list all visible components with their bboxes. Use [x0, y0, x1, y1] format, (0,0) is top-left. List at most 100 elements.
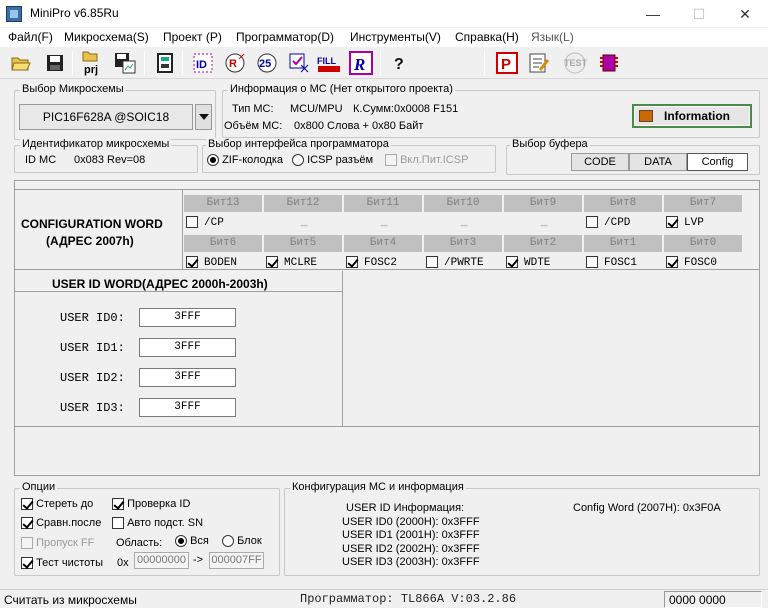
- svg-text:FILL: FILL: [317, 56, 336, 66]
- skip-ff-checkbox[interactable]: Пропуск FF: [21, 537, 94, 550]
- data-button[interactable]: DATA: [629, 153, 687, 171]
- save-icon[interactable]: [42, 50, 68, 76]
- chip-icon[interactable]: [596, 50, 622, 76]
- config-bit-checkbox[interactable]: /CPD: [586, 215, 662, 232]
- zif-radio[interactable]: ZIF-колодка: [207, 154, 283, 167]
- fill-icon[interactable]: FILL: [316, 50, 342, 76]
- user-id0-label: USER ID0:: [60, 311, 125, 325]
- write-chip-icon[interactable]: 25: [254, 50, 280, 76]
- code-button[interactable]: CODE: [571, 153, 629, 171]
- config-bit-unused: _: [540, 217, 548, 229]
- svg-text:25: 25: [259, 58, 271, 70]
- menu-programmer[interactable]: Программатор(D): [236, 30, 334, 44]
- menu-file[interactable]: Файл(F): [8, 30, 53, 44]
- user-id2-input[interactable]: 3FFF: [139, 368, 236, 387]
- id-value: 0x083 Rev=08: [74, 154, 146, 166]
- r-icon[interactable]: R: [348, 50, 374, 76]
- menu-help[interactable]: Справка(H): [455, 30, 519, 44]
- volume-value: 0x800 Слова + 0x80 Байт: [294, 120, 424, 132]
- config-bit-checkbox[interactable]: MCLRE: [266, 255, 342, 272]
- chip-icon: [639, 110, 653, 122]
- test-icon[interactable]: TEST: [562, 50, 588, 76]
- type-value: MCU/MPU: [290, 103, 343, 115]
- status-counter: 0000 0000: [669, 593, 726, 607]
- config-bit-checkbox[interactable]: FOSC0: [666, 255, 742, 272]
- bit-header: Бит0: [664, 235, 742, 252]
- help-icon[interactable]: ?: [386, 50, 412, 76]
- svg-text:R: R: [229, 58, 237, 70]
- svg-text:?: ?: [394, 56, 404, 73]
- chip-name-field[interactable]: PIC16F628A @SOIC18: [19, 104, 193, 130]
- user-id1-input[interactable]: 3FFF: [139, 338, 236, 357]
- config-bit-checkbox[interactable]: FOSC1: [586, 255, 662, 272]
- blank-check-checkbox[interactable]: Тест чистоты: [21, 557, 103, 570]
- chevron-down-icon: [199, 114, 209, 120]
- range-to-input[interactable]: 000007FF: [209, 552, 264, 569]
- save-project-icon[interactable]: [112, 50, 138, 76]
- programmer-info: Программатор: TL866A V:03.2.86: [300, 592, 517, 606]
- buffer-icon[interactable]: [152, 50, 178, 76]
- icsp-power-checkbox[interactable]: Вкл.Пит.ICSP: [385, 154, 468, 167]
- config-bit-checkbox[interactable]: WDTE: [506, 255, 582, 272]
- bit-header: Бит4: [344, 235, 422, 252]
- user-id1-label: USER ID1:: [60, 341, 125, 355]
- user-id0-input[interactable]: 3FFF: [139, 308, 236, 327]
- chip-info-label: Информация о МС (Нет открытого проекта): [228, 83, 455, 95]
- menu-bar: Файл(F) Микросхема(S) Проект (P) Програм…: [0, 28, 768, 47]
- hex-prefix: 0x: [117, 557, 129, 569]
- bit-header: Бит7: [664, 195, 742, 212]
- area-all-radio[interactable]: Вся: [175, 535, 209, 548]
- config-bit-checkbox[interactable]: /CP: [186, 215, 262, 232]
- area-block-radio[interactable]: Блок: [222, 535, 262, 548]
- bit-header: Бит8: [584, 195, 662, 212]
- edit-icon[interactable]: [526, 50, 552, 76]
- bit-header: Бит13: [184, 195, 262, 212]
- user-id3-input[interactable]: 3FFF: [139, 398, 236, 417]
- bit-header: Бит9: [504, 195, 582, 212]
- read-chip-icon[interactable]: R: [222, 50, 248, 76]
- title-bar: MiniPro v6.85Ru — ☐ ✕: [0, 0, 768, 28]
- main-window: MiniPro v6.85Ru — ☐ ✕ Файл(F) Микросхема…: [0, 0, 768, 608]
- menu-tools[interactable]: Инструменты(V): [350, 30, 441, 44]
- config-bit-unused: _: [460, 217, 468, 229]
- bit-header: Бит6: [184, 235, 262, 252]
- open-icon[interactable]: [8, 50, 34, 76]
- status-message: Считать из микросхемы: [4, 593, 137, 607]
- protect-icon[interactable]: P: [494, 50, 520, 76]
- config-bit-checkbox[interactable]: FOSC2: [346, 255, 422, 272]
- erase-checkbox[interactable]: Стереть до: [21, 498, 93, 511]
- close-button[interactable]: ✕: [722, 0, 768, 28]
- config-bits-grid: Бит13/CP Бит12 _ Бит11 _ Бит10 _ Бит9 _ Бит8/CPD Б…: [183, 190, 759, 270]
- information-button[interactable]: Information: [632, 104, 752, 128]
- maximize-button[interactable]: ☐: [676, 0, 722, 28]
- menu-project[interactable]: Проект (P): [163, 30, 222, 44]
- chip-dropdown-button[interactable]: [195, 104, 212, 130]
- verify-icon[interactable]: [286, 50, 312, 76]
- icsp-radio[interactable]: ICSP разъём: [292, 154, 373, 167]
- config-word-title: CONFIGURATION WORD: [21, 217, 163, 231]
- auto-sn-checkbox[interactable]: Авто подст. SN: [112, 517, 203, 530]
- range-arrow: ->: [193, 554, 204, 566]
- options-label: Опции: [20, 481, 58, 493]
- read-id-icon[interactable]: ID: [190, 50, 216, 76]
- config-bit-checkbox[interactable]: /PWRTE: [426, 255, 502, 272]
- verify-id-checkbox[interactable]: Проверка ID: [112, 498, 190, 511]
- config-bit-checkbox[interactable]: LVP: [666, 215, 742, 232]
- open-project-icon[interactable]: prj: [80, 50, 106, 76]
- window-title: MiniPro v6.85Ru: [30, 6, 119, 20]
- compare-checkbox[interactable]: Сравн.после: [21, 517, 101, 530]
- range-from-input[interactable]: 00000000: [134, 552, 189, 569]
- volume-label: Объём МС:: [224, 120, 283, 132]
- buffer-label: Выбор буфера: [510, 138, 590, 150]
- type-label: Тип МС:: [232, 103, 274, 115]
- config-button[interactable]: Config: [687, 153, 748, 171]
- bit-header: Бит1: [584, 235, 662, 252]
- config-bit-checkbox[interactable]: BODEN: [186, 255, 262, 272]
- bit-header: Бит10: [424, 195, 502, 212]
- minimize-button[interactable]: —: [630, 0, 676, 28]
- menu-language[interactable]: Язык(L): [531, 30, 574, 44]
- config-bit-unused: _: [380, 217, 388, 229]
- svg-text:prj: prj: [84, 64, 98, 76]
- menu-chip[interactable]: Микросхема(S): [64, 30, 149, 44]
- svg-text:P: P: [501, 56, 511, 73]
